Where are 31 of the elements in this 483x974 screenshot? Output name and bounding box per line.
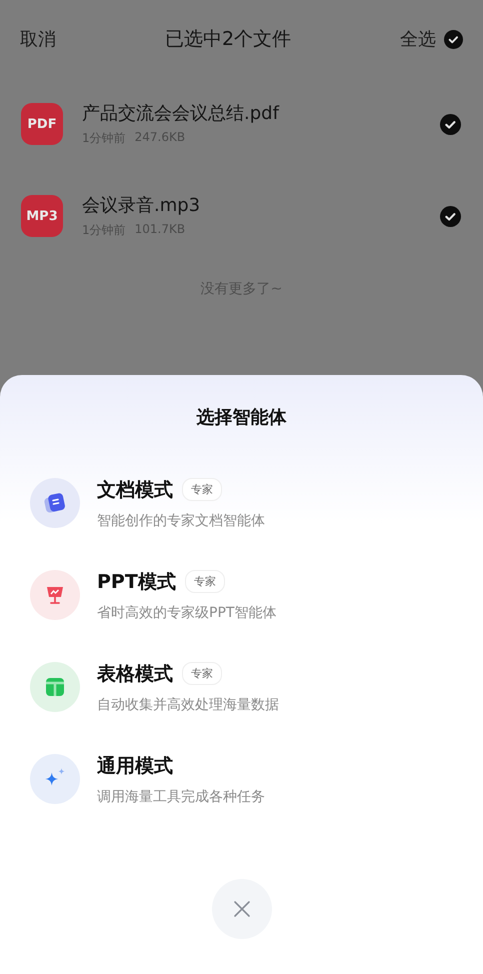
file-type-icon: PDF bbox=[21, 103, 63, 145]
expert-tag: 专家 bbox=[182, 478, 222, 501]
mode-description: 智能创作的专家文档智能体 bbox=[97, 512, 265, 530]
checkbox[interactable] bbox=[440, 114, 461, 134]
checkbox[interactable] bbox=[444, 30, 463, 48]
mode-item[interactable]: PPT模式 专家 省时高效的专家级PPT智能体 bbox=[0, 549, 483, 641]
table-icon bbox=[30, 662, 80, 712]
checkbox[interactable] bbox=[440, 206, 461, 226]
mode-description: 调用海量工具完成各种任务 bbox=[97, 788, 265, 806]
expert-tag: 专家 bbox=[184, 570, 225, 593]
close-icon bbox=[232, 899, 252, 919]
page-title: 已选中2个文件 bbox=[164, 27, 292, 52]
mode-title: 文档模式 bbox=[97, 478, 173, 502]
mode-title: PPT模式 bbox=[97, 570, 176, 594]
file-name: 产品交流会会议总结.pdf bbox=[82, 102, 280, 125]
mode-item[interactable]: 文档模式 专家 智能创作的专家文档智能体 bbox=[0, 457, 483, 549]
cancel-button[interactable]: 取消 bbox=[20, 27, 56, 51]
mode-title: 通用模式 bbox=[97, 754, 173, 778]
select-all-button[interactable]: 全选 bbox=[400, 27, 436, 51]
doc-icon bbox=[30, 478, 80, 528]
sparkle-icon bbox=[30, 754, 80, 804]
mode-item[interactable]: 表格模式 专家 自动收集并高效处理海量数据 bbox=[0, 641, 483, 733]
expert-tag: 专家 bbox=[182, 662, 222, 685]
mode-item[interactable]: 通用模式 调用海量工具完成各种任务 bbox=[0, 733, 483, 825]
mode-description: 省时高效的专家级PPT智能体 bbox=[97, 604, 276, 622]
mode-description: 自动收集并高效处理海量数据 bbox=[97, 696, 279, 714]
file-name: 会议录音.mp3 bbox=[82, 194, 202, 217]
sheet-title: 选择智能体 bbox=[196, 406, 288, 429]
mode-title: 表格模式 bbox=[97, 662, 173, 686]
file-type-icon: MP3 bbox=[21, 195, 63, 237]
presentation-icon bbox=[30, 570, 80, 620]
